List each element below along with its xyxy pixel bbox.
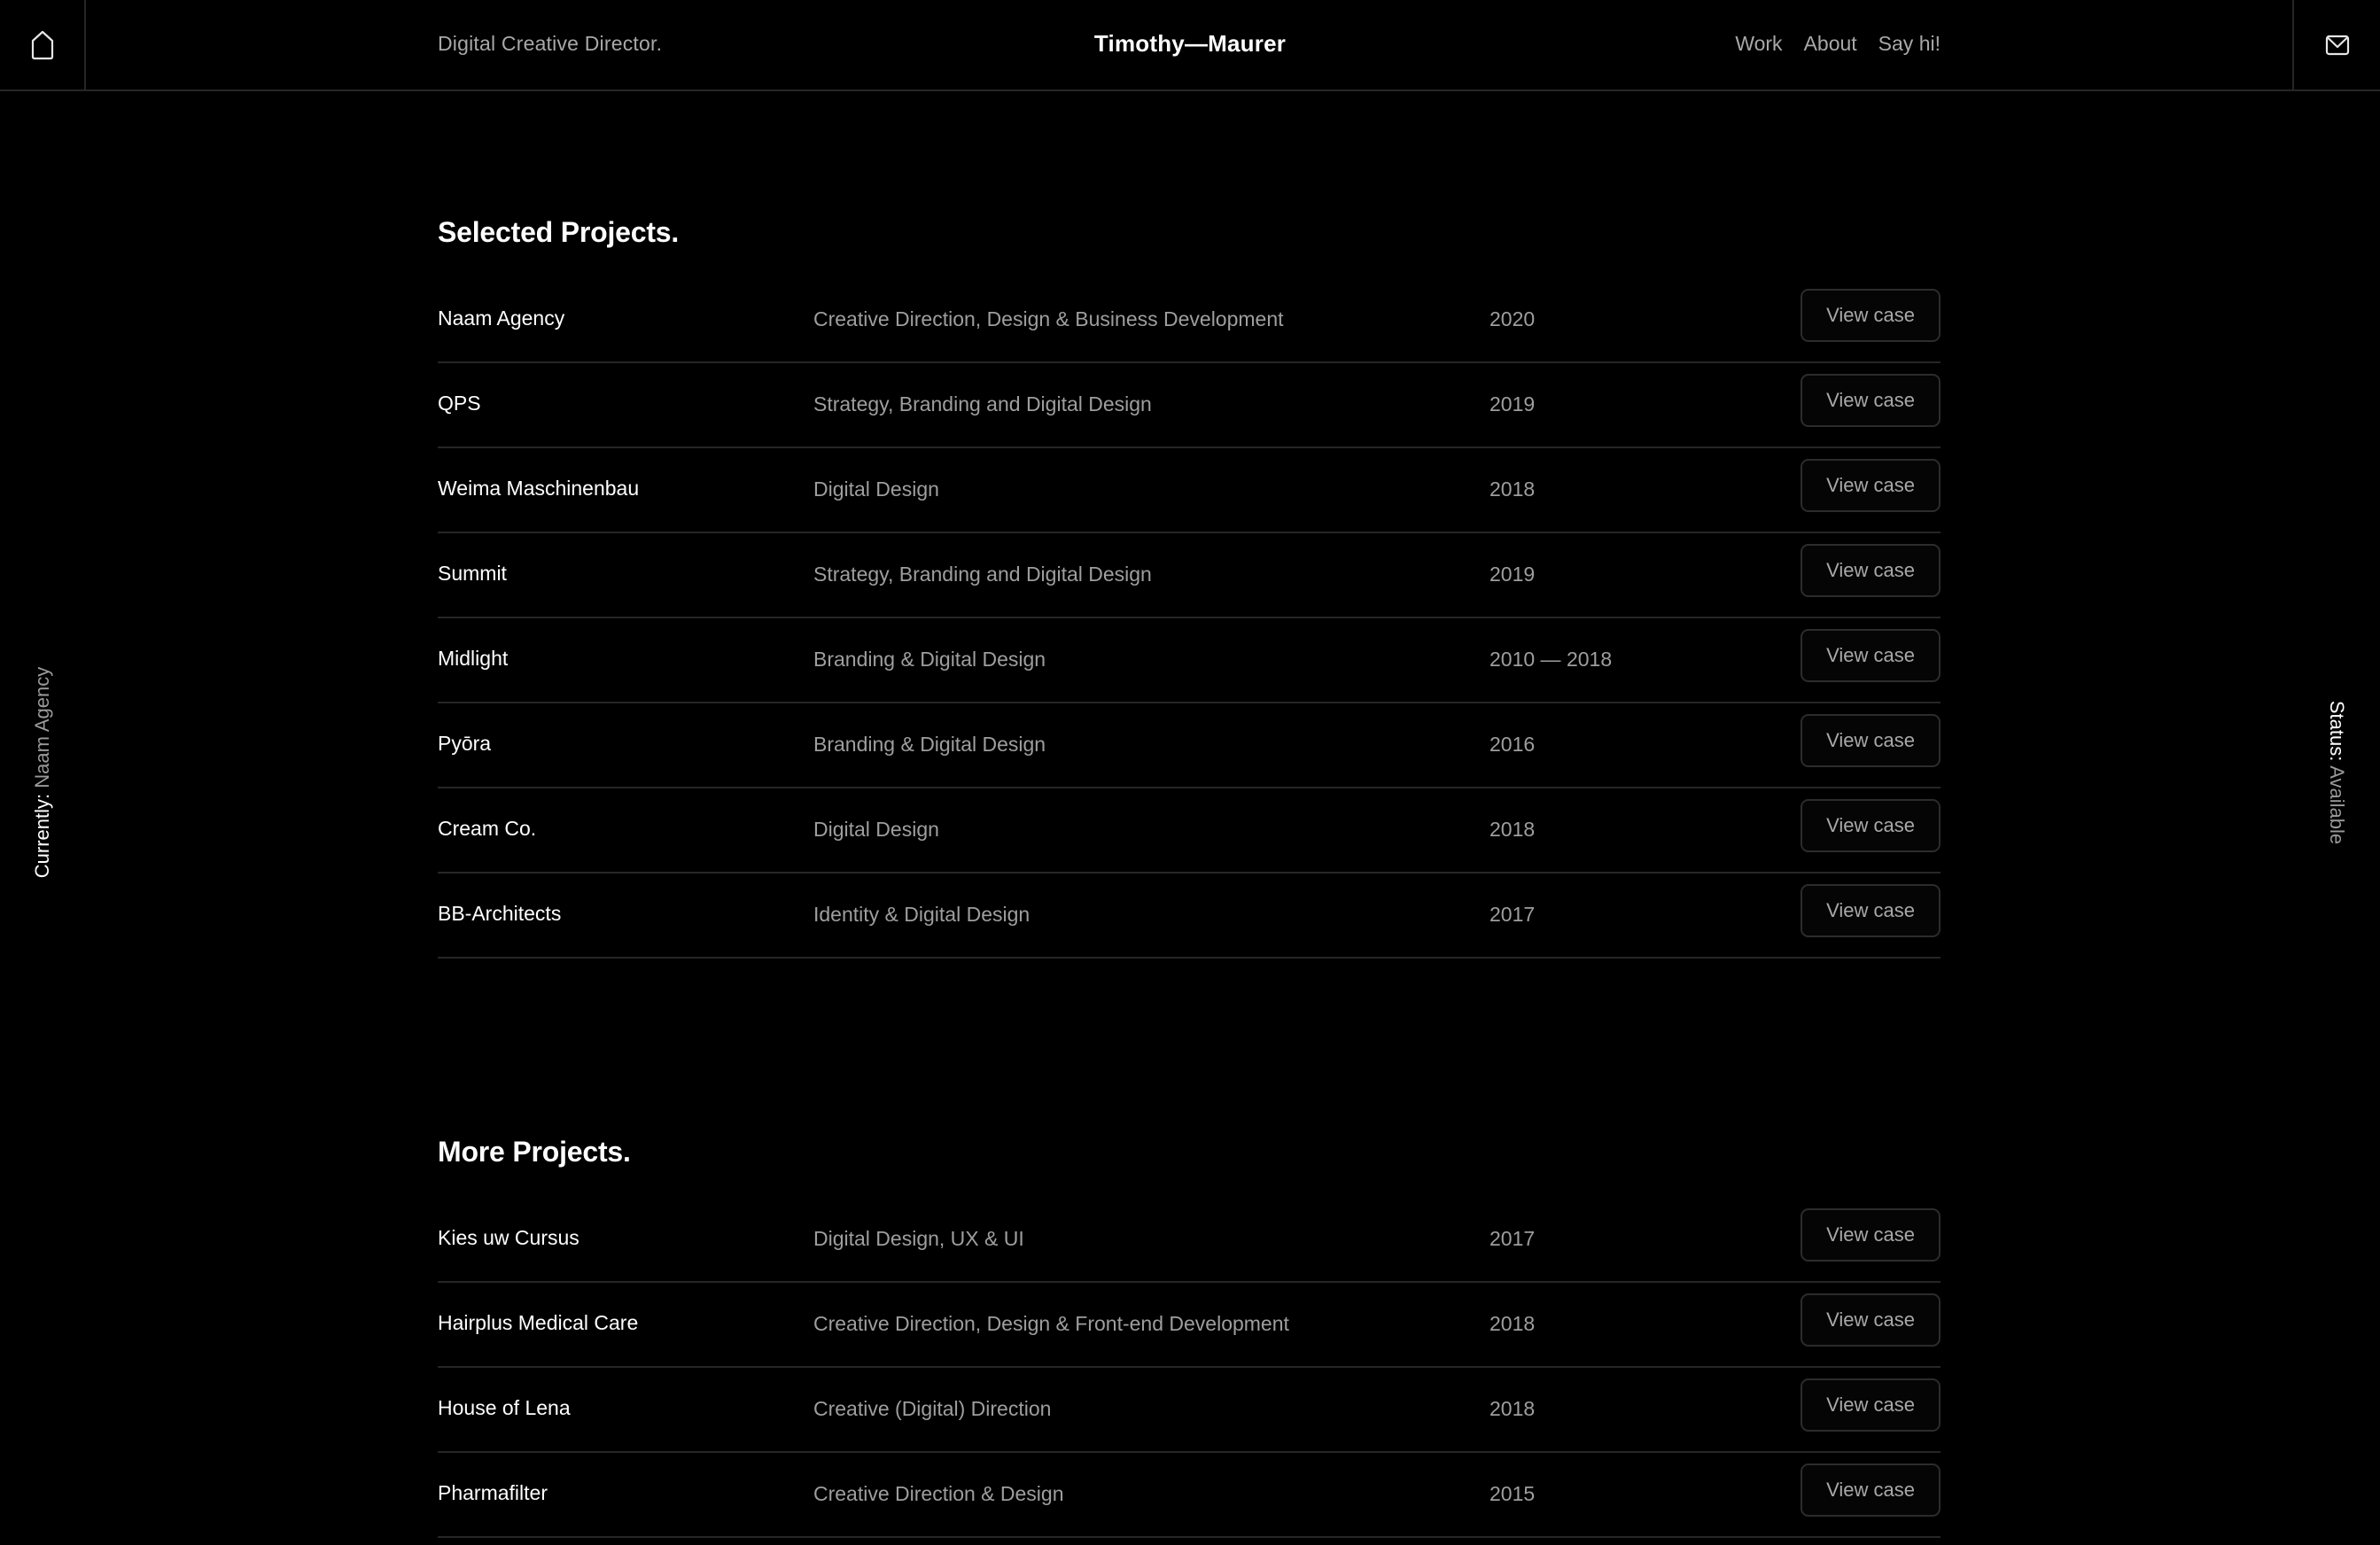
project-discipline: Creative Direction, Design & Business De…: [813, 307, 1284, 330]
project-name: Midlight: [438, 647, 509, 670]
project-year: 2010 — 2018: [1489, 648, 1613, 671]
home-icon: [31, 30, 53, 59]
project-year: 2018: [1489, 477, 1536, 501]
mail-icon: [2325, 35, 2349, 55]
project-year: 2019: [1489, 563, 1536, 586]
view-case-button[interactable]: View case: [1801, 289, 1941, 342]
project-row[interactable]: Midlight Branding & Digital Design 2010 — …: [438, 618, 1941, 703]
project-name: Pharmafilter: [438, 1481, 548, 1504]
project-discipline: Branding & Digital Design: [813, 733, 1046, 756]
view-case-button[interactable]: View case: [1801, 1293, 1941, 1347]
project-year: 2018: [1489, 1397, 1536, 1420]
mail-button[interactable]: [2292, 0, 2380, 89]
project-discipline: Strategy, Branding and Digital Design: [813, 563, 1152, 586]
project-name: Cream Co.: [438, 817, 537, 840]
project-year: 2017: [1489, 903, 1536, 926]
more-projects-title: More Projects.: [438, 1136, 631, 1168]
project-name: Hairplus Medical Care: [438, 1311, 639, 1334]
project-name: House of Lena: [438, 1396, 571, 1419]
selected-projects-list: Naam Agency Creative Direction, Design & …: [438, 278, 1941, 959]
project-discipline: Digital Design: [813, 477, 939, 501]
main-nav: Work About Say hi!: [1735, 32, 1941, 56]
tagline: Digital Creative Director.: [438, 32, 663, 55]
project-year: 2015: [1489, 1482, 1536, 1505]
view-case-button[interactable]: View case: [1801, 1208, 1941, 1262]
view-case-button[interactable]: View case: [1801, 1463, 1941, 1517]
project-name: Kies uw Cursus: [438, 1226, 579, 1249]
project-row[interactable]: BB-Architects Identity & Digital Design 20…: [438, 873, 1941, 959]
project-row[interactable]: Cream Co. Digital Design 2018 View case: [438, 788, 1941, 873]
project-name: Pyōra: [438, 732, 492, 755]
brand-wordmark-container: Timothy—Maurer: [0, 30, 2380, 58]
project-year: 2018: [1489, 1312, 1536, 1335]
project-discipline: Creative (Digital) Direction: [813, 1397, 1052, 1420]
project-name: Weima Maschinenbau: [438, 477, 640, 500]
project-discipline: Creative Direction, Design & Front-end D…: [813, 1312, 1289, 1335]
view-case-button[interactable]: View case: [1801, 714, 1941, 767]
project-discipline: Identity & Digital Design: [813, 903, 1031, 926]
project-row[interactable]: QPS Strategy, Branding and Digital Design…: [438, 363, 1941, 448]
project-discipline: Digital Design: [813, 818, 939, 841]
project-row[interactable]: Pyōra Branding & Digital Design 2016 View c…: [438, 703, 1941, 788]
view-case-button[interactable]: View case: [1801, 799, 1941, 852]
nav-say-hi[interactable]: Say hi!: [1878, 32, 1941, 56]
project-year: 2017: [1489, 1227, 1536, 1250]
project-year: 2018: [1489, 818, 1536, 841]
project-row[interactable]: Kies uw Cursus Digital Design, UX & UI 201…: [438, 1198, 1941, 1283]
project-row[interactable]: Summit Strategy, Branding and Digital Des…: [438, 533, 1941, 618]
selected-projects-title: Selected Projects.: [438, 216, 680, 248]
project-row[interactable]: Naam Agency Creative Direction, Design & …: [438, 278, 1941, 363]
project-name: QPS: [438, 392, 481, 415]
view-case-button[interactable]: View case: [1801, 374, 1941, 427]
status-value: Available: [2326, 765, 2348, 845]
view-case-button[interactable]: View case: [1801, 884, 1941, 937]
project-name: Naam Agency: [438, 307, 565, 330]
brand-wordmark[interactable]: Timothy—Maurer: [1094, 30, 1286, 57]
project-discipline: Strategy, Branding and Digital Design: [813, 392, 1152, 415]
status-label: Status:: [2326, 700, 2348, 762]
project-year: 2020: [1489, 307, 1536, 330]
view-case-button[interactable]: View case: [1801, 629, 1941, 682]
home-button[interactable]: [0, 0, 86, 89]
project-year: 2019: [1489, 392, 1536, 415]
project-row[interactable]: Pharmafilter Creative Direction & Design 2…: [438, 1453, 1941, 1538]
project-discipline: Digital Design, UX & UI: [813, 1227, 1024, 1250]
project-row[interactable]: Weima Maschinenbau Digital Design 2018 View…: [438, 448, 1941, 533]
project-discipline: Branding & Digital Design: [813, 648, 1046, 671]
view-case-button[interactable]: View case: [1801, 459, 1941, 512]
project-row[interactable]: House of Lena Creative (Digital) Directio…: [438, 1368, 1941, 1453]
currently-label: Currently:: [31, 793, 53, 879]
project-year: 2016: [1489, 733, 1536, 756]
more-projects-list: Kies uw Cursus Digital Design, UX & UI 201…: [438, 1198, 1941, 1538]
view-case-button[interactable]: View case: [1801, 1378, 1941, 1432]
project-row[interactable]: Hairplus Medical Care Creative Direction,…: [438, 1283, 1941, 1368]
currently-indicator: Currently: Naam Agency: [31, 667, 54, 878]
nav-work[interactable]: Work: [1735, 32, 1782, 56]
project-name: BB-Architects: [438, 902, 562, 925]
project-discipline: Creative Direction & Design: [813, 1482, 1064, 1505]
currently-value: Naam Agency: [31, 666, 53, 788]
view-case-button[interactable]: View case: [1801, 544, 1941, 597]
nav-about[interactable]: About: [1804, 32, 1857, 56]
site-header: Digital Creative Director. Timothy—Maure…: [0, 0, 2380, 91]
status-indicator: Status: Available: [2325, 701, 2348, 844]
project-name: Summit: [438, 562, 507, 585]
